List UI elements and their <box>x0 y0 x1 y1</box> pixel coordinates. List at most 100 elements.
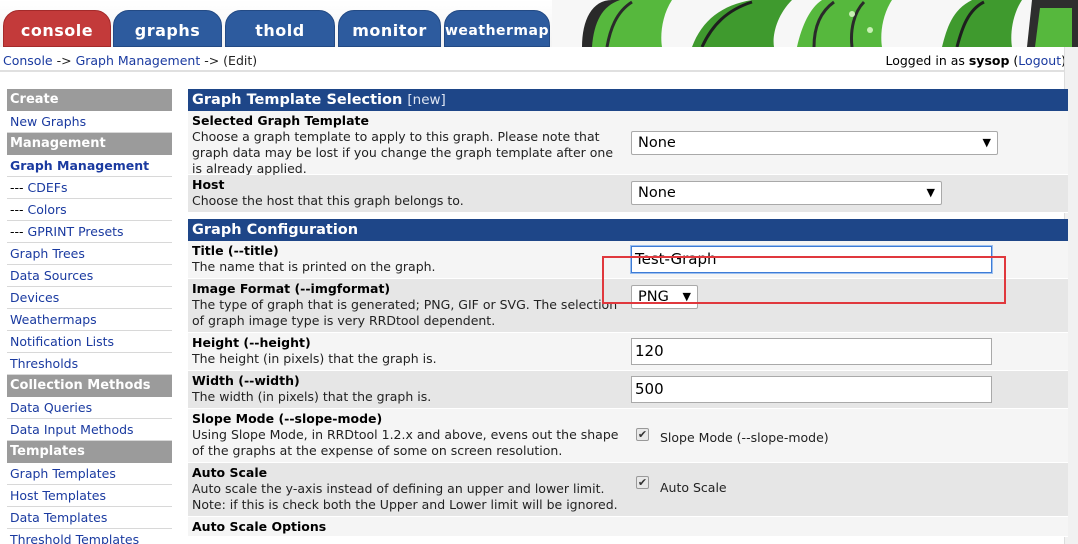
host-row: Host Choose the host that this graph bel… <box>188 175 1068 213</box>
field-description: of the graphs at the expense of some on … <box>192 443 563 458</box>
slope-mode-checkbox[interactable]: ✔ <box>636 428 649 441</box>
tab-thold[interactable]: thold <box>225 10 335 47</box>
sidebar-indent-dashes: --- <box>10 180 28 195</box>
sidebar-item-data-sources[interactable]: Data Sources <box>7 265 172 287</box>
section-title: Graph Template Selection <box>192 92 403 108</box>
breadcrumb-current: (Edit) <box>223 53 258 68</box>
sidebar-item-graph-management[interactable]: Graph Management <box>7 155 172 177</box>
height-input[interactable]: 120 <box>631 338 992 365</box>
breadcrumb-separator: -> <box>200 53 224 68</box>
tab-weathermap[interactable]: weathermap <box>444 10 550 47</box>
login-prefix: Logged in as <box>885 53 969 68</box>
field-label: Auto Scale Options <box>192 519 624 535</box>
breadcrumb-separator: -> <box>52 53 76 68</box>
navigation-bar: Console -> Graph Management -> (Edit) Lo… <box>0 47 1078 72</box>
field-description: Choose the host that this graph belongs … <box>192 193 464 208</box>
field-label: Title (--title) The name that is printed… <box>192 243 624 275</box>
sidebar-indent-dashes: --- <box>10 224 28 239</box>
field-description: Note: if this is check both the Upper an… <box>192 497 618 512</box>
auto-scale-checkbox-label: Auto Scale <box>660 480 727 495</box>
field-title: Selected Graph Template <box>192 113 369 128</box>
field-title: Title (--title) <box>192 243 279 258</box>
field-title: Image Format (--imgformat) <box>192 281 391 296</box>
chevron-down-icon: ▼ <box>982 136 991 149</box>
graph-configuration-header: Graph Configuration <box>188 219 1068 241</box>
sidebar-item-data-templates[interactable]: Data Templates <box>7 507 172 529</box>
sidebar-item-label: GPRINT Presets <box>27 224 124 239</box>
field-description: graph data may be lost if you change the… <box>192 145 614 160</box>
sidebar-item-label: CDEFs <box>27 180 68 195</box>
field-description: The type of graph that is generated; PNG… <box>192 297 618 312</box>
field-description: Using Slope Mode, in RRDtool 1.2.x and a… <box>192 427 619 442</box>
field-title: Auto Scale Options <box>192 519 327 534</box>
sidebar-item-cdefs[interactable]: --- CDEFs <box>7 177 172 199</box>
logout-link[interactable]: Logout <box>1018 53 1061 68</box>
selected-graph-template-row: Selected Graph Template Choose a graph t… <box>188 111 1068 177</box>
field-description: The width (in pixels) that the graph is. <box>192 389 432 404</box>
auto-scale-row: Auto Scale Auto scale the y-axis instead… <box>188 463 1068 517</box>
tab-monitor[interactable]: monitor <box>338 10 441 47</box>
sidebar-item-threshold-templates[interactable]: Threshold Templates <box>7 529 172 544</box>
sidebar-head-collection-methods: Collection Methods <box>7 375 172 397</box>
slope-mode-checkbox-label: Slope Mode (--slope-mode) <box>660 430 829 445</box>
sidebar-item-colors[interactable]: --- Colors <box>7 199 172 221</box>
field-label: Height (--height) The height (in pixels)… <box>192 335 624 367</box>
field-label: Image Format (--imgformat) The type of g… <box>192 281 624 329</box>
main-content: Graph Template Selection [new] Selected … <box>188 89 1068 537</box>
sidebar-item-label: Colors <box>27 202 67 217</box>
slope-mode-row: Slope Mode (--slope-mode) Using Slope Mo… <box>188 409 1068 463</box>
sidebar-item-notification-lists[interactable]: Notification Lists <box>7 331 172 353</box>
sidebar-item-gprint-presets[interactable]: --- GPRINT Presets <box>7 221 172 243</box>
field-title: Host <box>192 177 225 192</box>
login-status: Logged in as sysop (Logout) <box>885 53 1066 68</box>
field-description: Auto scale the y-axis instead of definin… <box>192 481 605 496</box>
sidebar-head-management: Management <box>7 133 172 155</box>
graph-template-selection-header: Graph Template Selection [new] <box>188 89 1068 111</box>
height-row: Height (--height) The height (in pixels)… <box>188 333 1068 371</box>
field-description: The name that is printed on the graph. <box>192 259 436 274</box>
host-select[interactable]: None ▼ <box>631 181 942 205</box>
sidebar-item-weathermaps[interactable]: Weathermaps <box>7 309 172 331</box>
new-label: [new] <box>407 92 446 108</box>
logout-paren-open: ( <box>1009 53 1019 68</box>
field-title: Slope Mode (--slope-mode) <box>192 411 383 426</box>
field-description: of graph image type is very RRDtool depe… <box>192 313 496 328</box>
field-title: Auto Scale <box>192 465 268 480</box>
auto-scale-checkbox[interactable]: ✔ <box>636 476 649 489</box>
sidebar-item-graph-templates[interactable]: Graph Templates <box>7 463 172 485</box>
sidebar-item-devices[interactable]: Devices <box>7 287 172 309</box>
graph-template-select[interactable]: None ▼ <box>631 131 998 155</box>
tab-console[interactable]: console <box>3 10 111 47</box>
sidebar-item-new-graphs[interactable]: New Graphs <box>7 111 172 133</box>
field-description: The height (in pixels) that the graph is… <box>192 351 437 366</box>
breadcrumb-graph-management-link[interactable]: Graph Management <box>76 53 201 68</box>
tab-graphs[interactable]: graphs <box>113 10 222 47</box>
breadcrumb: Console -> Graph Management -> (Edit) <box>3 53 257 68</box>
field-description: Choose a graph template to apply to this… <box>192 129 600 144</box>
width-row: Width (--width) The width (in pixels) th… <box>188 371 1068 409</box>
field-label: Host Choose the host that this graph bel… <box>192 177 624 209</box>
chevron-down-icon: ▼ <box>926 186 935 199</box>
sidebar-menu: Create New Graphs Management Graph Manag… <box>7 89 172 544</box>
sidebar-head-templates: Templates <box>7 441 172 463</box>
field-title: Width (--width) <box>192 373 300 388</box>
field-title: Height (--height) <box>192 335 311 350</box>
sidebar-item-data-queries[interactable]: Data Queries <box>7 397 172 419</box>
cactus-artwork <box>552 0 1078 47</box>
field-label: Selected Graph Template Choose a graph t… <box>192 113 624 177</box>
highlight-box <box>602 256 1006 304</box>
sidebar-item-thresholds[interactable]: Thresholds <box>7 353 172 375</box>
breadcrumb-console-link[interactable]: Console <box>3 53 53 68</box>
width-input[interactable]: 500 <box>631 376 992 403</box>
field-label: Slope Mode (--slope-mode) Using Slope Mo… <box>192 411 624 459</box>
login-username: sysop <box>968 53 1010 68</box>
select-value: None <box>638 185 676 201</box>
top-banner: console graphs thold monitor weathermap <box>0 0 1078 47</box>
sidebar-item-host-templates[interactable]: Host Templates <box>7 485 172 507</box>
sidebar-item-graph-trees[interactable]: Graph Trees <box>7 243 172 265</box>
select-value: None <box>638 135 676 151</box>
field-label: Width (--width) The width (in pixels) th… <box>192 373 624 405</box>
field-label: Auto Scale Auto scale the y-axis instead… <box>192 465 624 513</box>
sidebar-head-create: Create <box>7 89 172 111</box>
sidebar-item-data-input-methods[interactable]: Data Input Methods <box>7 419 172 441</box>
